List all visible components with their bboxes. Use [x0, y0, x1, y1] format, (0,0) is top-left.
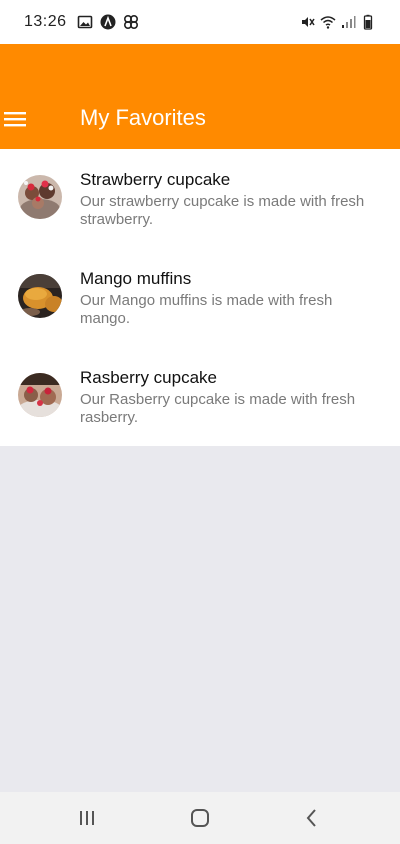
status-left-icons	[77, 14, 139, 30]
menu-button[interactable]	[0, 104, 30, 134]
page-title: My Favorites	[80, 105, 206, 130]
image-icon	[77, 15, 92, 29]
status-time: 13:26	[24, 13, 67, 30]
favorites-list: Strawberry cupcake Our strawberry cupcak…	[0, 149, 400, 446]
hamburger-menu-icon	[4, 112, 26, 127]
wifi-icon	[320, 16, 336, 29]
item-description: Our Mango muffins is made with fresh man…	[80, 292, 333, 327]
item-description: Our Rasberry cupcake is made with fresh …	[80, 391, 356, 426]
strawberry-cupcake-image	[18, 175, 62, 219]
pinwheel-icon	[123, 14, 138, 30]
item-description: Our strawberry cupcake is made with fres…	[80, 193, 365, 228]
home-icon[interactable]	[188, 806, 212, 830]
system-nav-bar	[0, 792, 400, 844]
list-item[interactable]: Strawberry cupcake Our strawberry cupcak…	[0, 149, 400, 248]
signal-icon	[342, 16, 356, 28]
mango-muffins-image	[18, 274, 62, 318]
list-item[interactable]: Mango muffins Our Mango muffins is made …	[0, 248, 400, 347]
mute-vibrate-icon	[302, 17, 315, 27]
recents-icon[interactable]	[75, 806, 99, 830]
rasberry-cupcake-image	[18, 373, 62, 417]
a-circle-icon	[100, 14, 116, 30]
back-icon[interactable]	[300, 806, 324, 830]
item-title: Rasberry cupcake	[80, 368, 218, 387]
status-bar: 13:26	[0, 0, 400, 44]
battery-icon	[363, 14, 373, 30]
app-bar: My Favorites	[0, 44, 400, 149]
status-right-icons	[300, 14, 376, 30]
item-title: Strawberry cupcake	[80, 170, 231, 189]
item-title: Mango muffins	[80, 269, 192, 288]
list-item[interactable]: Rasberry cupcake Our Rasberry cupcake is…	[0, 347, 400, 446]
